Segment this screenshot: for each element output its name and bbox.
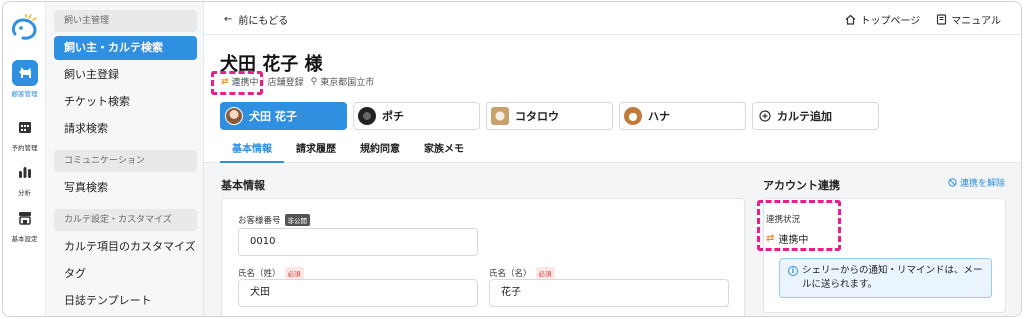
pet-tab-label: コタロウ [515, 110, 559, 123]
sub-navigation: 飼い主管理 飼い主・カルテ検索 飼い主登録 チケット検索 請求検索 コミュニケー… [46, 2, 204, 316]
logo-icon[interactable] [9, 14, 39, 42]
customer-number-field[interactable]: 0010 [238, 228, 478, 256]
manual-label: マニュアル [951, 16, 1001, 27]
nav-item-owner-register[interactable]: 飼い主登録 [54, 63, 197, 87]
customer-header: 犬田 花子 様 ⇄ 連携中 | 店舗登録 ⚲ 東京都国立市 犬田 花子 ポチ コ… [204, 35, 1021, 163]
manual-link[interactable]: マニュアル [936, 12, 1001, 27]
avatar [491, 107, 509, 125]
top-bar: ← 前にもどる トップページ マニュアル [204, 2, 1021, 35]
rail-label-analytics: 分析 [18, 189, 31, 197]
nav-item-customer-search[interactable]: 飼い主・カルテ検索 [54, 36, 197, 60]
avatar [624, 107, 642, 125]
icon-rail: 顧客管理 予約管理 分析 基本設定 [3, 2, 46, 316]
plus-circle-icon [759, 110, 771, 122]
top-page-label: トップページ [860, 16, 921, 27]
detail-tabs: 基本情報 請求履歴 規約同意 家族メモ [220, 140, 476, 163]
swap-icon: ⇄ [766, 233, 775, 244]
rail-label-customers: 顧客管理 [11, 90, 38, 98]
first-name-label-row: 氏名（名） 必須 [489, 267, 555, 279]
customer-number-label-row: お客様番号 非公開 [238, 214, 311, 226]
account-link-heading: アカウント連携 [763, 179, 840, 192]
rail-label-reservations: 予約管理 [11, 144, 38, 152]
unlink-label: 連携を解除 [959, 179, 1005, 189]
pet-tab-kotarou[interactable]: コタロウ [486, 102, 613, 130]
calendar-icon [12, 114, 38, 140]
pet-tab-pochi[interactable]: ポチ [353, 102, 480, 130]
block-icon [948, 178, 957, 187]
pet-tab-label: ハナ [648, 110, 670, 123]
notice-line-2: ルに送られます。 [802, 279, 878, 290]
arrow-left-icon: ← [224, 14, 233, 25]
nav-section-heading: 飼い主管理 [54, 10, 197, 32]
last-name-label-row: 氏名（姓） 必須 [238, 267, 304, 279]
swap-icon: ⇄ [221, 76, 229, 87]
home-icon [846, 14, 856, 25]
avatar [358, 107, 376, 125]
last-name-label: 氏名（姓） [238, 269, 281, 279]
back-label: 前にもどる [238, 16, 289, 27]
top-page-link[interactable]: トップページ [845, 12, 920, 27]
tab-terms[interactable]: 規約同意 [348, 140, 412, 163]
link-status-value-row: ⇄ 連携中 [766, 231, 808, 246]
dog-icon [11, 60, 38, 86]
registration-text: 店舗登録 [267, 78, 304, 88]
pet-tab-owner[interactable]: 犬田 花子 [220, 102, 347, 130]
rail-item-settings[interactable]: 基本設定 [3, 205, 46, 243]
nav-item-photo-search[interactable]: 写真検索 [54, 176, 197, 200]
tab-basic-info[interactable]: 基本情報 [220, 140, 284, 163]
required-badge: 必須 [535, 267, 555, 279]
pet-tab-label: 犬田 花子 [249, 110, 297, 123]
basic-info-card: お客様番号 非公開 0010 氏名（姓） 必須 犬田 氏名（名） 必須 花子 [221, 198, 745, 316]
nav-item-chart-customize[interactable]: カルテ項目のカスタマイズ [54, 235, 197, 259]
unlink-button[interactable]: 連携を解除 [948, 176, 1005, 189]
pet-tabs: 犬田 花子 ポチ コタロウ ハナ カルテ追加 [220, 102, 879, 130]
nav-item-tags[interactable]: タグ [54, 262, 197, 286]
nav-item-invoice-search[interactable]: 請求検索 [54, 117, 197, 141]
tab-family-memo[interactable]: 家族メモ [412, 140, 476, 163]
back-link[interactable]: ← 前にもどる [224, 12, 288, 27]
location-pin-icon: ⚲ [310, 76, 318, 87]
page-title: 犬田 花子 様 [220, 54, 323, 75]
divider: | [261, 76, 265, 87]
info-icon: i [788, 266, 798, 276]
last-name-field[interactable]: 犬田 [238, 279, 478, 307]
nav-item-diary-template[interactable]: 日誌テンプレート [54, 289, 197, 313]
private-badge: 非公開 [284, 214, 311, 226]
add-chart-button[interactable]: カルテ追加 [752, 102, 879, 130]
tab-billing-history[interactable]: 請求履歴 [284, 140, 348, 163]
rail-item-reservations[interactable]: 予約管理 [3, 114, 46, 152]
add-chart-label: カルテ追加 [777, 110, 832, 123]
required-badge: 必須 [284, 267, 304, 279]
nav-item-ticket-search[interactable]: チケット検索 [54, 90, 197, 114]
main-area: ← 前にもどる トップページ マニュアル 犬田 花子 様 ⇄ 連携中 | 店舗登… [204, 2, 1021, 316]
first-name-label: 氏名（名） [489, 269, 532, 279]
avatar [225, 107, 243, 125]
rail-item-analytics[interactable]: 分析 [3, 159, 46, 197]
customer-number-label: お客様番号 [238, 216, 281, 226]
nav-section-heading: コミュニケーション [54, 150, 197, 172]
pet-tab-hana[interactable]: ハナ [619, 102, 746, 130]
location-text: 東京都国立市 [320, 78, 375, 88]
app-window: 顧客管理 予約管理 分析 基本設定 飼い主管理 飼い主・カルテ検索 飼い主登録 … [2, 1, 1022, 317]
link-status-label: 連携状況 [766, 215, 801, 225]
notification-notice: i シェリーからの通知・リマインドは、メー ルに送られます。 [779, 258, 992, 298]
notice-line-1: シェリーからの通知・リマインドは、メー [802, 265, 983, 276]
store-icon [12, 205, 38, 231]
rail-label-settings: 基本設定 [11, 235, 38, 243]
link-status-text: 連携中 [231, 78, 259, 88]
customer-meta: ⇄ 連携中 | 店舗登録 ⚲ 東京都国立市 [221, 75, 375, 89]
rail-item-customers[interactable]: 顧客管理 [3, 60, 46, 98]
book-icon [937, 14, 947, 25]
link-status-value: 連携中 [778, 235, 809, 246]
first-name-field[interactable]: 花子 [489, 279, 729, 307]
bar-chart-icon [12, 159, 38, 185]
pet-tab-label: ポチ [382, 110, 404, 123]
basic-info-heading: 基本情報 [221, 179, 265, 192]
nav-section-heading: カルテ設定・カスタマイズ [54, 209, 197, 231]
